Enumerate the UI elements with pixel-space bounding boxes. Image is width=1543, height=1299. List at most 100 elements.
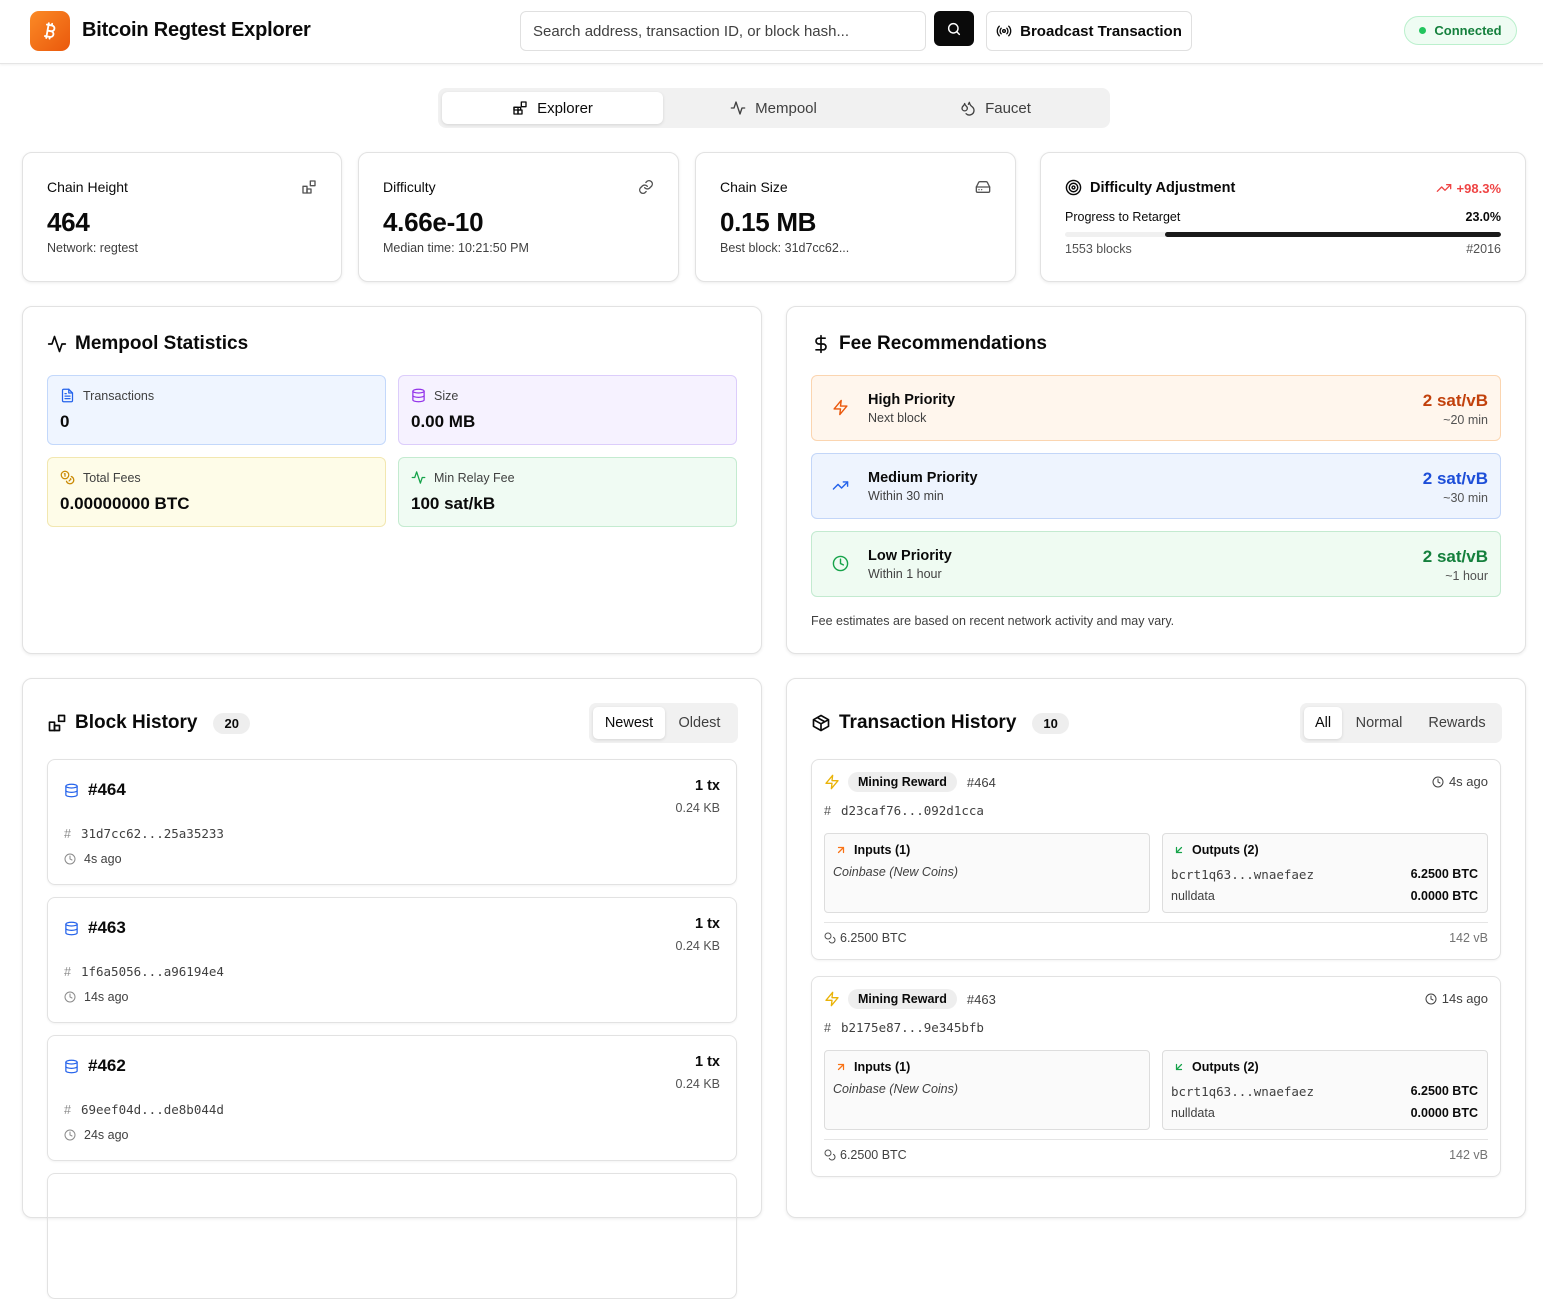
tx-id: b2175e87...9e345bfb	[840, 1020, 984, 1035]
activity-icon	[47, 335, 67, 353]
min-relay-fee-tile: Min Relay Fee 100 sat/kB	[398, 457, 737, 527]
app-title: Bitcoin Regtest Explorer	[82, 19, 311, 41]
fee-medium-name: Medium Priority	[868, 470, 978, 486]
database-icon	[65, 921, 78, 935]
broadcast-label: Broadcast Transaction	[1020, 22, 1182, 40]
fee-medium-time: ~30 min	[1443, 491, 1488, 505]
fee-recommendations-card: Fee Recommendations High Priority Next b…	[786, 306, 1526, 654]
block-item-partial[interactable]	[47, 1173, 737, 1299]
search-input[interactable]	[520, 11, 926, 51]
filter-normal-button[interactable]: Normal	[1345, 707, 1413, 739]
tx-output-address: nulldata	[1171, 889, 1215, 903]
fee-low-time: ~1 hour	[1445, 569, 1488, 583]
difficulty-adjustment-heading: Difficulty Adjustment	[1065, 179, 1235, 196]
block-time: 24s ago	[84, 1128, 129, 1142]
chain-size-value: 0.15 MB	[720, 207, 817, 237]
search-button[interactable]	[934, 11, 974, 46]
coins-icon	[60, 470, 75, 485]
chain-size-label: Chain Size	[720, 179, 788, 195]
block-item[interactable]: #463 1 tx 0.24 KB #1f6a5056...a96194e4 1…	[47, 897, 737, 1023]
tx-type-badge: Mining Reward	[848, 772, 957, 792]
mempool-statistics-card: Mempool Statistics Transactions 0 Size 0…	[22, 306, 762, 654]
fee-recommendations-heading: Fee Recommendations	[811, 333, 1047, 355]
tx-output-amount: 0.0000 BTC	[1410, 889, 1478, 903]
hash-icon: #	[64, 826, 71, 841]
tx-output-amount: 0.0000 BTC	[1410, 1106, 1478, 1120]
database-icon	[65, 1059, 78, 1073]
database-icon	[65, 783, 78, 797]
transaction-item[interactable]: Mining Reward #464 4s ago # d23caf76...09…	[811, 759, 1501, 960]
block-count-badge: 20	[213, 712, 250, 734]
fee-medium-rate: 2 sat/vB	[1422, 469, 1488, 488]
median-time: Median time: 10:21:50 PM	[383, 241, 529, 255]
target-icon	[1065, 179, 1082, 196]
blocks-icon	[302, 180, 316, 194]
tx-outputs-box: Outputs (2) bcrt1q63...wnaefaez 6.2500 B…	[1162, 833, 1488, 913]
clock-icon	[64, 1129, 76, 1141]
block-height: #462	[88, 1056, 126, 1075]
mempool-fees-value: 0.00000000 BTC	[60, 494, 190, 513]
tx-input-coinbase: Coinbase (New Coins)	[833, 1082, 959, 1096]
broadcast-transaction-button[interactable]: Broadcast Transaction	[986, 11, 1192, 51]
fee-low-sub: Within 1 hour	[868, 567, 942, 581]
tx-block-height: #463	[966, 991, 996, 1007]
filter-all-button[interactable]: All	[1304, 707, 1342, 739]
tx-outputs-label: Outputs (2)	[1192, 1060, 1259, 1074]
tx-vsize: 142 vB	[1449, 1148, 1488, 1162]
block-item[interactable]: #464 1 tx 0.24 KB #31d7cc62...25a35233 4…	[47, 759, 737, 885]
tab-explorer-label: Explorer	[537, 99, 593, 117]
difficulty-label: Difficulty	[383, 179, 436, 195]
tab-explorer[interactable]: Explorer	[442, 92, 663, 124]
activity-icon	[730, 101, 746, 115]
progress-value: 23.0%	[1465, 210, 1501, 224]
tx-total: 6.2500 BTC	[840, 1148, 907, 1162]
transaction-count-badge: 10	[1032, 712, 1069, 734]
fee-note: Fee estimates are based on recent networ…	[811, 614, 1175, 628]
fee-low-priority[interactable]: Low Priority Within 1 hour 2 sat/vB ~1 h…	[811, 531, 1501, 597]
hard-drive-icon	[975, 181, 991, 193]
tab-faucet[interactable]: Faucet	[885, 92, 1106, 124]
best-block: Best block: 31d7cc62...	[720, 241, 850, 255]
retarget-height: #2016	[1466, 242, 1501, 256]
fee-high-time: ~20 min	[1443, 413, 1488, 427]
fee-high-priority[interactable]: High Priority Next block 2 sat/vB ~20 mi…	[811, 375, 1501, 441]
tx-total: 6.2500 BTC	[840, 931, 907, 945]
fee-medium-priority[interactable]: Medium Priority Within 30 min 2 sat/vB ~…	[811, 453, 1501, 519]
database-icon	[412, 388, 425, 403]
tx-outputs-box: Outputs (2) bcrt1q63...wnaefaez 6.2500 B…	[1162, 1050, 1488, 1130]
arrow-down-left-icon	[1175, 846, 1183, 854]
sort-newest-button[interactable]: Newest	[593, 707, 665, 739]
block-history-card: Block History 20 Newest Oldest #464 1 tx…	[22, 678, 762, 1299]
trending-up-icon	[832, 481, 849, 490]
chain-height-network: Network: regtest	[47, 241, 139, 255]
arrow-down-left-icon	[1175, 1063, 1183, 1071]
transaction-item[interactable]: Mining Reward #463 14s ago # b2175e87...9…	[811, 976, 1501, 1177]
connection-status-badge: Connected	[1404, 16, 1517, 45]
tab-mempool[interactable]: Mempool	[663, 92, 884, 124]
connection-status-text: Connected	[1434, 23, 1502, 38]
transaction-filter-toggle: All Normal Rewards	[1300, 703, 1502, 743]
block-tx-count: 1 tx	[695, 1054, 720, 1070]
block-time: 4s ago	[84, 852, 122, 866]
block-tx-count: 1 tx	[695, 778, 720, 794]
clock-icon	[832, 555, 849, 572]
zap-icon	[833, 399, 848, 416]
block-item[interactable]: #462 1 tx 0.24 KB #69eef04d...de8b044d 2…	[47, 1035, 737, 1161]
chain-height-value: 464	[47, 207, 90, 237]
sort-oldest-button[interactable]: Oldest	[665, 707, 734, 739]
hash-icon: #	[824, 803, 831, 818]
tab-mempool-label: Mempool	[755, 99, 817, 117]
block-size: 0.24 KB	[675, 939, 720, 953]
search-icon	[947, 22, 961, 35]
mempool-transactions-value: 0	[60, 412, 70, 431]
fee-low-rate: 2 sat/vB	[1422, 547, 1488, 566]
tx-input-coinbase: Coinbase (New Coins)	[833, 865, 959, 879]
min-relay-fee-label: Min Relay Fee	[434, 470, 515, 485]
difficulty-change-value: +98.3%	[1456, 180, 1501, 196]
mempool-size-tile: Size 0.00 MB	[398, 375, 737, 445]
file-text-icon	[61, 388, 74, 403]
filter-rewards-button[interactable]: Rewards	[1416, 707, 1498, 739]
block-history-title: Block History	[75, 712, 198, 733]
transaction-history-title: Transaction History	[839, 712, 1017, 733]
tab-faucet-label: Faucet	[985, 99, 1031, 117]
